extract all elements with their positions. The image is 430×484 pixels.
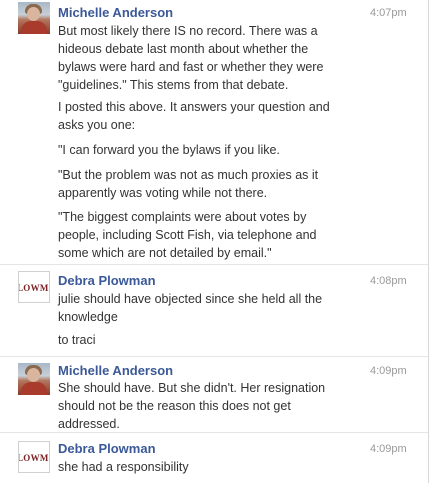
avatar-logo-text: LOWMA: [18, 283, 49, 293]
avatar-logo-text: LOWMA: [18, 453, 49, 463]
timestamp: 4:09pm: [370, 443, 407, 455]
author-name[interactable]: Debra Plowman: [58, 441, 156, 456]
avatar-debra-plowman[interactable]: LOWMA: [18, 271, 50, 303]
avatar-debra-plowman[interactable]: LOWMA: [18, 441, 50, 473]
message-text: "The biggest complaints were about votes…: [58, 210, 317, 260]
message-text: julie should have objected since she hel…: [58, 292, 323, 324]
message-text: she had a responsibility: [58, 460, 189, 474]
timestamp: 4:09pm: [370, 365, 407, 377]
message-text: She should have. But she didn't. Her res…: [58, 381, 326, 431]
timestamp: 4:07pm: [370, 7, 407, 19]
avatar-michelle-anderson[interactable]: [18, 2, 50, 34]
author-name[interactable]: Debra Plowman: [58, 273, 156, 288]
message-group: Michelle Anderson 4:09pm She should have…: [0, 356, 428, 433]
author-name[interactable]: Michelle Anderson: [58, 5, 173, 20]
message-text: to traci: [58, 333, 96, 347]
message-text: "I can forward you the bylaws if you lik…: [58, 143, 280, 157]
message-group: LOWMA Debra Plowman 4:09pm she had a res…: [0, 432, 428, 484]
message-text: "But the problem was not as much proxies…: [58, 168, 319, 200]
message-group: LOWMA Debra Plowman 4:08pm julie should …: [0, 264, 428, 357]
message-group: Michelle Anderson 4:07pm But most likely…: [0, 0, 428, 264]
avatar-michelle-anderson[interactable]: [18, 363, 50, 395]
message-thread: Michelle Anderson 4:07pm But most likely…: [0, 0, 429, 483]
timestamp: 4:08pm: [370, 275, 407, 287]
author-name[interactable]: Michelle Anderson: [58, 363, 173, 378]
message-text: But most likely there IS no record. Ther…: [58, 24, 324, 92]
message-text: I posted this above. It answers your que…: [58, 100, 330, 132]
